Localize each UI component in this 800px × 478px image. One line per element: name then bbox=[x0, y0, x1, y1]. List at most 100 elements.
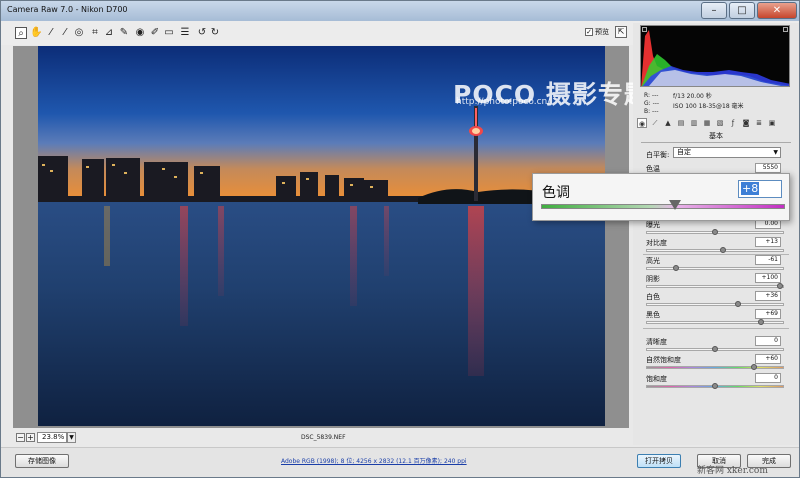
tint-label: 色调 bbox=[542, 185, 570, 201]
white-balance-select[interactable]: 自定 ▼ bbox=[673, 147, 781, 158]
hsl-tab-icon[interactable]: ▤ bbox=[676, 118, 686, 128]
snapshots-tab-icon[interactable]: ▣ bbox=[767, 118, 777, 128]
red-eye-icon[interactable]: ◉ bbox=[134, 27, 146, 39]
contrast-track[interactable] bbox=[646, 247, 784, 253]
tint-track[interactable] bbox=[541, 204, 785, 209]
shadows-thumb[interactable] bbox=[777, 283, 783, 289]
fx-tab-icon[interactable]: ƒ bbox=[728, 118, 738, 128]
whites-value[interactable]: +36 bbox=[755, 291, 781, 301]
iso-lens-info: ISO 100 18-35@18 毫米 bbox=[673, 103, 744, 110]
highlights-label: 高光 bbox=[646, 257, 660, 265]
site-watermark: 新客网 xker.com bbox=[697, 466, 768, 476]
window-title: Camera Raw 7.0 - Nikon D700 bbox=[7, 5, 128, 14]
workflow-options-link[interactable]: Adobe RGB (1998); 8 位; 4256 x 2832 (12.1… bbox=[281, 456, 467, 465]
vibrance-thumb[interactable] bbox=[751, 364, 757, 370]
highlights-value[interactable]: -61 bbox=[755, 255, 781, 265]
color-sampler-icon[interactable]: ⁄ bbox=[59, 27, 71, 39]
zoom-icon[interactable]: ⌕ bbox=[15, 27, 27, 39]
eyedropper-icon[interactable]: ⁄ bbox=[45, 27, 57, 39]
saturation-thumb[interactable] bbox=[712, 383, 718, 389]
tint-thumb[interactable] bbox=[669, 200, 681, 210]
chevron-down-icon: ▼ bbox=[773, 149, 778, 156]
rgb-readout: R: --- G: --- B: --- bbox=[644, 92, 659, 116]
highlights-track[interactable] bbox=[646, 265, 784, 271]
whites-label: 白色 bbox=[646, 293, 660, 301]
vibrance-value[interactable]: +60 bbox=[755, 354, 781, 364]
shadow-clipping-icon[interactable] bbox=[642, 27, 647, 32]
contrast-value[interactable]: +13 bbox=[755, 237, 781, 247]
zoom-in-button[interactable]: + bbox=[26, 433, 35, 442]
effects-tab-icon[interactable]: ▧ bbox=[715, 118, 725, 128]
split-toning-tab-icon[interactable]: ▥ bbox=[689, 118, 699, 128]
save-image-button[interactable]: 存储图像 bbox=[15, 454, 69, 468]
hand-icon[interactable]: ✋ bbox=[30, 27, 42, 39]
contrast-thumb[interactable] bbox=[720, 247, 726, 253]
camera-raw-window: Camera Raw 7.0 - Nikon D700 – □ ✕ ⌕ ✋ ⁄ … bbox=[0, 0, 800, 478]
temperature-value[interactable]: 5550 bbox=[755, 163, 781, 173]
tint-value-field[interactable]: +8 bbox=[738, 180, 782, 198]
exposure-info: f/13 20.00 秒 bbox=[673, 93, 712, 100]
panel-tabs: ◉ ⟋ ▲ ▤ ▥ ▦ ▧ ƒ ◙ ≣ ▣ bbox=[635, 118, 797, 130]
shadows-label: 阴影 bbox=[646, 275, 660, 283]
divider bbox=[643, 328, 789, 329]
whites-thumb[interactable] bbox=[735, 301, 741, 307]
vibrance-label: 自然饱和度 bbox=[646, 356, 681, 364]
detail-tab-icon[interactable]: ▲ bbox=[663, 118, 673, 128]
white-balance-label: 白平衡: bbox=[646, 151, 670, 159]
exposure-thumb[interactable] bbox=[712, 229, 718, 235]
clarity-label: 清晰度 bbox=[646, 338, 667, 346]
shadows-value[interactable]: +100 bbox=[755, 273, 781, 283]
basic-tab-icon[interactable]: ◉ bbox=[637, 118, 647, 128]
g-readout: G: --- bbox=[644, 100, 660, 107]
clarity-thumb[interactable] bbox=[712, 346, 718, 352]
fullscreen-icon[interactable]: ⇱ bbox=[615, 26, 627, 38]
graduated-filter-icon[interactable]: ▭ bbox=[163, 27, 175, 39]
poco-watermark-url: http://photo.poco.cn/ bbox=[456, 97, 551, 107]
blacks-label: 黑色 bbox=[646, 311, 660, 319]
preview-checkbox[interactable]: ✓ bbox=[585, 28, 593, 36]
blacks-track[interactable] bbox=[646, 319, 784, 325]
zoom-out-button[interactable]: − bbox=[16, 433, 25, 442]
section-title: 基本 bbox=[641, 131, 791, 143]
preview-label: 预览 bbox=[595, 28, 609, 36]
zoom-dropdown[interactable]: ▼ bbox=[67, 432, 76, 443]
saturation-track[interactable] bbox=[646, 383, 784, 389]
highlight-clipping-icon[interactable] bbox=[783, 27, 788, 32]
shadows-track[interactable] bbox=[646, 283, 784, 289]
rotate-right-icon[interactable]: ↻ bbox=[209, 27, 221, 39]
zoom-level-field[interactable]: 23.8% bbox=[37, 432, 67, 443]
tone-curve-tab-icon[interactable]: ⟋ bbox=[650, 118, 660, 128]
target-adjust-icon[interactable]: ◎ bbox=[73, 27, 85, 39]
exposure-track[interactable] bbox=[646, 229, 784, 235]
vibrance-track[interactable] bbox=[646, 364, 784, 370]
adjustment-brush-icon[interactable]: ✐ bbox=[149, 27, 161, 39]
title-bar: Camera Raw 7.0 - Nikon D700 – □ ✕ bbox=[1, 1, 799, 21]
presets-tab-icon[interactable]: ≣ bbox=[754, 118, 764, 128]
lens-corrections-tab-icon[interactable]: ▦ bbox=[702, 118, 712, 128]
file-name: DSC_5839.NEF bbox=[301, 434, 346, 441]
minimize-button[interactable]: – bbox=[701, 2, 727, 19]
exposure-label: 曝光 bbox=[646, 221, 660, 229]
blacks-value[interactable]: +69 bbox=[755, 309, 781, 319]
clarity-value[interactable]: 0 bbox=[755, 336, 781, 346]
b-readout: B: --- bbox=[644, 108, 659, 115]
clarity-track[interactable] bbox=[646, 346, 784, 352]
close-button[interactable]: ✕ bbox=[757, 2, 797, 19]
maximize-button[interactable]: □ bbox=[729, 2, 755, 19]
camera-calibration-tab-icon[interactable]: ◙ bbox=[741, 118, 751, 128]
white-balance-value: 自定 bbox=[677, 148, 691, 156]
r-readout: R: --- bbox=[644, 92, 659, 99]
camera-info: f/13 20.00 秒 ISO 100 18-35@18 毫米 bbox=[673, 92, 744, 112]
blacks-thumb[interactable] bbox=[758, 319, 764, 325]
spot-removal-icon[interactable]: ✎ bbox=[118, 27, 130, 39]
preferences-icon[interactable]: ☰ bbox=[179, 27, 191, 39]
crop-icon[interactable]: ⌗ bbox=[89, 27, 101, 39]
rotate-left-icon[interactable]: ↺ bbox=[196, 27, 208, 39]
histogram bbox=[640, 25, 790, 87]
highlights-thumb[interactable] bbox=[673, 265, 679, 271]
saturation-value[interactable]: 0 bbox=[755, 373, 781, 383]
tint-value: +8 bbox=[741, 182, 760, 195]
open-copy-button[interactable]: 打开拷贝 bbox=[637, 454, 681, 468]
straighten-icon[interactable]: ⊿ bbox=[103, 27, 115, 39]
whites-track[interactable] bbox=[646, 301, 784, 307]
